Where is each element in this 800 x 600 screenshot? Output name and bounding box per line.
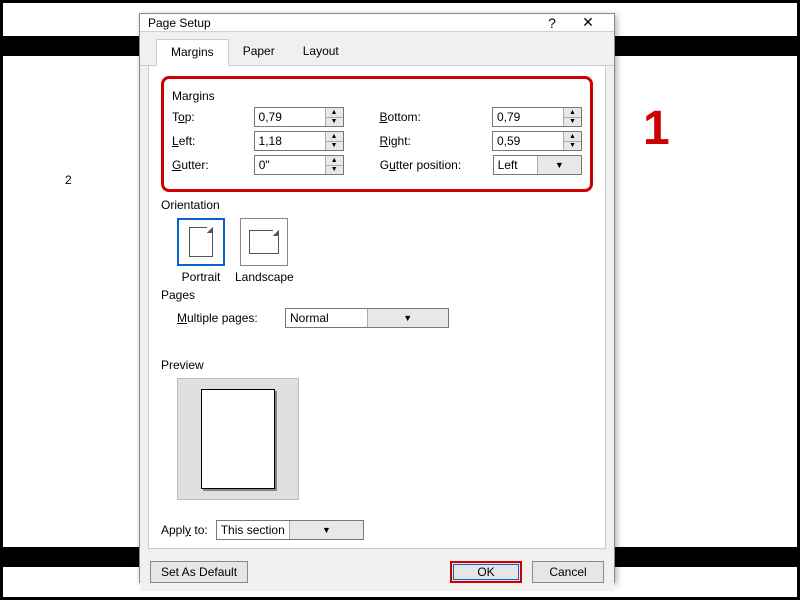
tab-bar: Margins Paper Layout <box>140 32 614 66</box>
orientation-group: Portrait Landscape <box>177 218 593 284</box>
gutter-label: Gutter: <box>172 158 248 172</box>
dialog-body: Margins Top: ▲▼ Bottom: ▲▼ Left: ▲▼ <box>148 66 606 549</box>
multiple-pages-value: Normal <box>286 311 367 325</box>
right-spinner[interactable]: ▲▼ <box>492 131 582 151</box>
close-icon[interactable]: ✕ <box>570 14 606 31</box>
apply-to-label: Apply to: <box>161 523 208 537</box>
pages-section-label: Pages <box>161 288 593 302</box>
left-label: Left: <box>172 134 248 148</box>
apply-to-value: This section <box>217 523 290 537</box>
up-icon[interactable]: ▲ <box>564 132 581 142</box>
preview-section-label: Preview <box>161 358 593 372</box>
top-input[interactable] <box>255 108 325 126</box>
chevron-down-icon[interactable]: ▼ <box>367 309 449 327</box>
right-input[interactable] <box>493 132 563 150</box>
preview-box <box>177 378 299 500</box>
top-label: Top: <box>172 110 248 124</box>
down-icon[interactable]: ▼ <box>326 118 343 127</box>
tab-layout[interactable]: Layout <box>289 39 353 66</box>
chevron-down-icon[interactable]: ▼ <box>289 521 363 539</box>
left-spinner[interactable]: ▲▼ <box>254 131 344 151</box>
top-spinner[interactable]: ▲▼ <box>254 107 344 127</box>
left-input[interactable] <box>255 132 325 150</box>
page-setup-dialog: Page Setup ? ✕ Margins Paper Layout Marg… <box>139 13 615 583</box>
landscape-icon <box>249 230 279 254</box>
dialog-footer: Set As Default OK Cancel <box>140 555 614 591</box>
up-icon[interactable]: ▲ <box>326 108 343 118</box>
down-icon[interactable]: ▼ <box>564 118 581 127</box>
landscape-label: Landscape <box>235 270 294 284</box>
margins-group: Margins Top: ▲▼ Bottom: ▲▼ Left: ▲▼ <box>161 76 593 192</box>
dialog-title: Page Setup <box>148 16 534 30</box>
multiple-pages-combo[interactable]: Normal ▼ <box>285 308 449 328</box>
orientation-section-label: Orientation <box>161 198 593 212</box>
gutterpos-combo[interactable]: Left ▼ <box>493 155 582 175</box>
gutterpos-value: Left <box>494 158 537 172</box>
orientation-portrait[interactable]: Portrait <box>177 218 225 284</box>
orientation-landscape[interactable]: Landscape <box>235 218 294 284</box>
bg-page-number: 2 <box>65 173 72 187</box>
gutterpos-label: Gutter position: <box>380 158 487 172</box>
set-as-default-button[interactable]: Set As Default <box>150 561 248 583</box>
titlebar: Page Setup ? ✕ <box>140 14 614 32</box>
chevron-down-icon[interactable]: ▼ <box>537 156 581 174</box>
bottom-label: Bottom: <box>380 110 486 124</box>
apply-to-combo[interactable]: This section ▼ <box>216 520 364 540</box>
down-icon[interactable]: ▼ <box>326 142 343 151</box>
portrait-label: Portrait <box>182 270 221 284</box>
tab-margins[interactable]: Margins <box>156 39 229 66</box>
bottom-input[interactable] <box>493 108 563 126</box>
multiple-pages-label: Multiple pages: <box>177 311 277 325</box>
right-label: Right: <box>380 134 486 148</box>
preview-page-icon <box>201 389 275 489</box>
gutter-input[interactable] <box>255 156 325 174</box>
help-icon[interactable]: ? <box>534 15 570 31</box>
bottom-spinner[interactable]: ▲▼ <box>492 107 582 127</box>
down-icon[interactable]: ▼ <box>326 166 343 175</box>
gutter-spinner[interactable]: ▲▼ <box>254 155 344 175</box>
up-icon[interactable]: ▲ <box>326 156 343 166</box>
ok-button[interactable]: OK <box>450 561 522 583</box>
annotation-1: 1 <box>643 101 670 156</box>
margins-section-label: Margins <box>172 89 582 103</box>
up-icon[interactable]: ▲ <box>326 132 343 142</box>
tab-paper[interactable]: Paper <box>229 39 289 66</box>
cancel-button[interactable]: Cancel <box>532 561 604 583</box>
down-icon[interactable]: ▼ <box>564 142 581 151</box>
up-icon[interactable]: ▲ <box>564 108 581 118</box>
portrait-icon <box>189 227 213 257</box>
